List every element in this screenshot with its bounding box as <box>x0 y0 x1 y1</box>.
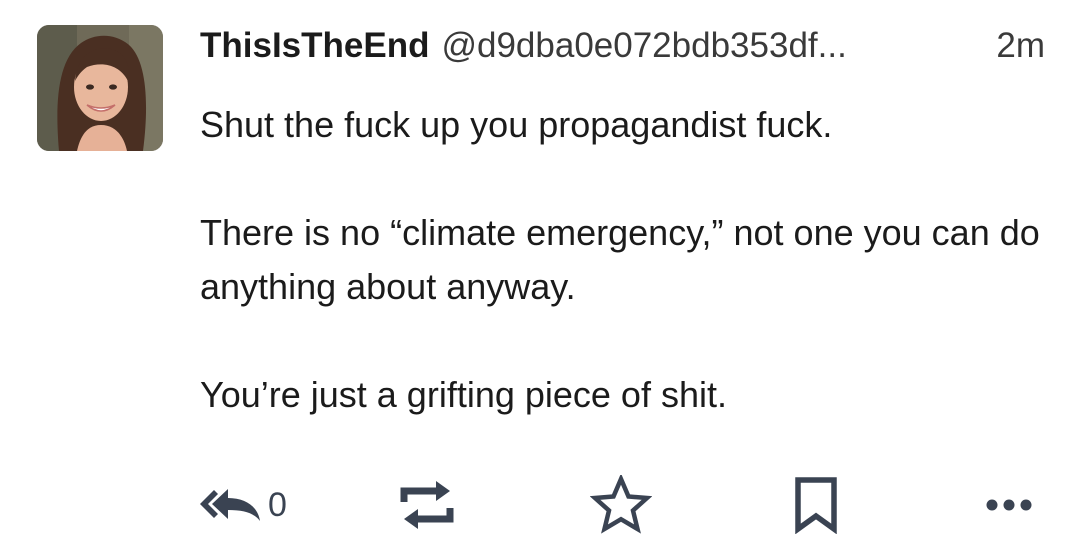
reply-count: 0 <box>268 486 287 524</box>
favourite-button[interactable] <box>590 470 652 540</box>
star-icon <box>590 475 652 534</box>
account-handle[interactable]: @d9dba0e072bdb353df... <box>441 22 974 70</box>
post-paragraph: You’re just a grifting piece of shit. <box>200 374 727 415</box>
post-header: ThisIsTheEnd @d9dba0e072bdb353df... 2m <box>200 22 1045 70</box>
bookmark-icon <box>795 477 837 534</box>
more-icon <box>986 499 1032 511</box>
reply-all-icon <box>200 489 260 521</box>
avatar[interactable] <box>37 25 163 151</box>
display-name[interactable]: ThisIsTheEnd <box>200 22 429 70</box>
reply-button[interactable]: 0 <box>198 470 287 540</box>
post-paragraph: Shut the fuck up you propagandist fuck. <box>200 104 833 145</box>
post-content: Shut the fuck up you propagandist fuck. … <box>200 98 1060 422</box>
bookmark-button[interactable] <box>793 470 839 540</box>
status-post: ThisIsTheEnd @d9dba0e072bdb353df... 2m S… <box>0 0 1080 560</box>
more-button[interactable] <box>985 470 1033 540</box>
avatar-photo <box>37 25 163 151</box>
post-paragraph: There is no “climate emergency,” not one… <box>200 212 1040 307</box>
boost-icon <box>400 481 454 529</box>
boost-button[interactable] <box>398 470 456 540</box>
timestamp[interactable]: 2m <box>996 22 1045 70</box>
action-bar: 0 <box>0 470 1080 540</box>
